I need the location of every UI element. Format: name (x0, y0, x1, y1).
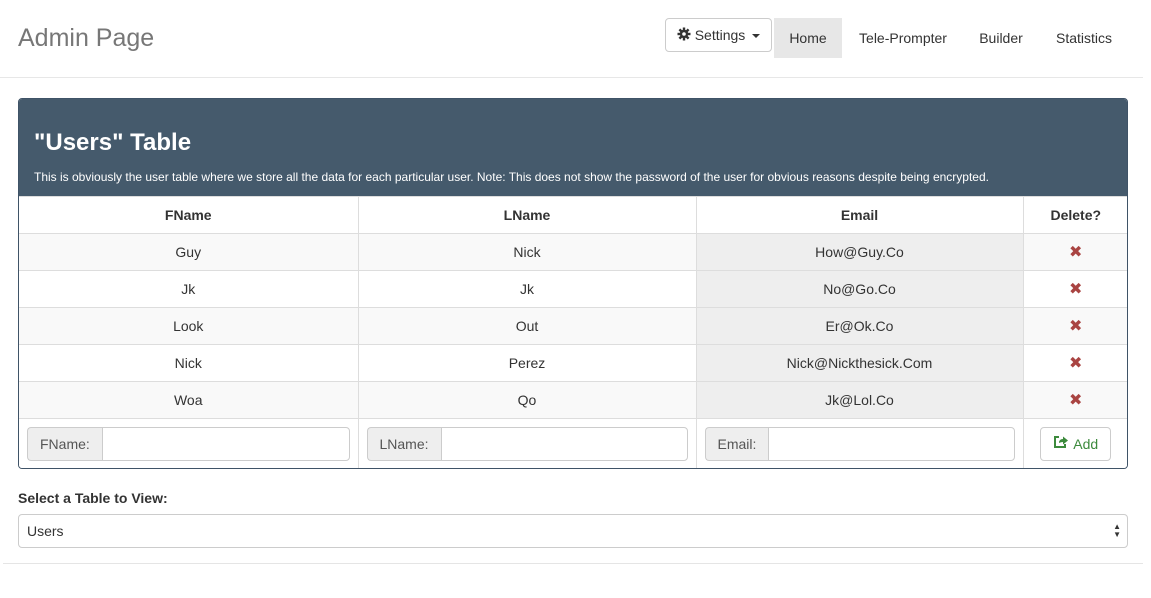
cell-email: Jk@Lol.Co (695, 381, 1024, 419)
caret-down-icon (752, 34, 761, 38)
delete-icon[interactable]: ✖ (1069, 281, 1082, 298)
cell-delete: ✖ (1022, 344, 1127, 382)
nav-tele-prompter[interactable]: Tele-Prompter (846, 18, 960, 58)
nav-builder[interactable]: Builder (966, 18, 1036, 58)
email-input-label: Email: (704, 426, 769, 461)
cell-fname: Guy (19, 233, 359, 271)
navbar: Admin Page Settings Home Tele-Prompter B… (0, 0, 1143, 78)
cell-delete: ✖ (1022, 270, 1127, 308)
cell-email: Nick@Nickthesick.Com (695, 344, 1024, 382)
delete-icon[interactable]: ✖ (1069, 355, 1082, 372)
gear-icon (677, 27, 691, 44)
email-input-group: Email: (704, 426, 1015, 461)
table-row: Guy Nick How@Guy.Co ✖ (19, 233, 1127, 271)
add-user-form-row: FName: LName: Email: Add (19, 418, 1127, 468)
email-form-cell: Email: (695, 418, 1024, 468)
add-form-cell: Add (1022, 418, 1127, 468)
cell-lname: Jk (357, 270, 697, 308)
cell-delete: ✖ (1022, 307, 1127, 345)
users-table: FName LName Email Delete? Guy Nick How@G… (19, 196, 1127, 468)
panel-header: "Users" Table This is obviously the user… (19, 99, 1127, 196)
table-row: Look Out Er@Ok.Co ✖ (19, 307, 1127, 345)
fname-input-label: FName: (27, 426, 102, 461)
cell-email: How@Guy.Co (695, 233, 1024, 271)
cell-fname: Woa (19, 381, 359, 419)
email-input[interactable] (768, 426, 1015, 461)
delete-icon[interactable]: ✖ (1069, 392, 1082, 409)
table-row: Nick Perez Nick@Nickthesick.Com ✖ (19, 344, 1127, 382)
cell-fname: Look (19, 307, 359, 345)
add-user-button[interactable]: Add (1040, 426, 1112, 461)
footer-divider (3, 563, 1143, 564)
column-header-fname[interactable]: FName (19, 196, 359, 234)
cell-lname: Nick (357, 233, 697, 271)
column-header-email[interactable]: Email (695, 196, 1024, 234)
column-header-lname[interactable]: LName (357, 196, 697, 234)
cell-fname: Jk (19, 270, 359, 308)
delete-icon[interactable]: ✖ (1069, 318, 1082, 335)
lname-form-cell: LName: (357, 418, 697, 468)
select-arrows-icon: ▲ ▼ (1113, 522, 1121, 539)
fname-input[interactable] (101, 426, 350, 461)
table-row: Jk Jk No@Go.Co ✖ (19, 270, 1127, 308)
fname-form-cell: FName: (19, 418, 359, 468)
panel-title: "Users" Table (34, 129, 192, 156)
lname-input-group: LName: (366, 426, 688, 461)
cell-delete: ✖ (1022, 381, 1127, 419)
cell-lname: Perez (357, 344, 697, 382)
nav-home[interactable]: Home (774, 18, 842, 58)
brand-title[interactable]: Admin Page (18, 24, 154, 53)
cell-email: No@Go.Co (695, 270, 1024, 308)
fname-input-group: FName: (27, 426, 350, 461)
cell-lname: Qo (357, 381, 697, 419)
nav-statistics[interactable]: Statistics (1042, 18, 1126, 58)
cell-email: Er@Ok.Co (695, 307, 1024, 345)
panel-description: This is obviously the user table where w… (34, 170, 989, 184)
add-button-label: Add (1073, 435, 1099, 452)
cell-delete: ✖ (1022, 233, 1127, 271)
table-row: Woa Qo Jk@Lol.Co ✖ (19, 381, 1127, 419)
lname-input-label: LName: (366, 426, 441, 461)
table-select-label: Select a Table to View: (18, 490, 168, 506)
lname-input[interactable] (440, 426, 688, 461)
share-icon (1053, 435, 1069, 452)
settings-label: Settings (694, 27, 746, 43)
settings-dropdown-button[interactable]: Settings (665, 18, 772, 52)
cell-fname: Nick (19, 344, 359, 382)
users-table-panel: "Users" Table This is obviously the user… (18, 98, 1128, 469)
delete-icon[interactable]: ✖ (1069, 244, 1082, 261)
table-select-value: Users (27, 523, 64, 539)
column-header-delete: Delete? (1022, 196, 1127, 234)
table-select[interactable]: Users ▲ ▼ (18, 514, 1128, 548)
cell-lname: Out (357, 307, 697, 345)
